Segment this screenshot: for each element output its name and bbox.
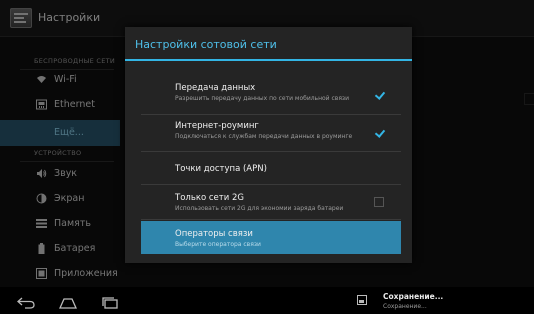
data-enabled-row[interactable]: Передача данных Разрешить передачу данны… [141,76,401,115]
roaming-row[interactable]: Интернет-роуминг Подключаться к службам … [141,116,401,152]
row-summary: Подключаться к службам передачи данных в… [175,133,353,140]
row-title: Интернет-роуминг [175,121,259,131]
system-navigation-bar: Сохранение... Сохранение... [0,287,534,314]
row-title: Передача данных [175,83,256,93]
row-title: Операторы связи [175,229,253,239]
home-icon[interactable] [58,294,78,309]
apn-row[interactable]: Точки доступа (APN) [141,153,401,185]
roaming-checkbox[interactable] [374,128,384,138]
notification-title[interactable]: Сохранение... [383,292,443,301]
recent-apps-icon[interactable] [100,294,120,309]
only-2g-checkbox[interactable] [374,197,384,207]
network-operators-row[interactable]: Операторы связи Выберите оператора связи [141,221,401,254]
settings-screen: Настройки БЕСПРОВОДНЫЕ СЕТИ Wi-Fi Ethern… [0,0,534,314]
mobile-network-settings-dialog: Настройки сотовой сети Передача данных Р… [125,27,412,263]
row-summary: Выберите оператора связи [175,241,261,248]
dialog-title: Настройки сотовой сети [135,38,277,51]
notification-image-icon[interactable] [357,295,367,305]
only-2g-row[interactable]: Только сети 2G Использовать сети 2G для … [141,186,401,220]
data-enabled-checkbox[interactable] [374,90,384,100]
notification-subtitle: Сохранение... [383,303,427,310]
back-icon[interactable] [16,294,36,309]
row-title: Точки доступа (APN) [175,164,267,174]
row-summary: Разрешить передачу данных по сети мобиль… [175,95,350,102]
row-title: Только сети 2G [175,193,244,203]
dialog-title-divider [125,59,412,61]
row-summary: Использовать сети 2G для экономии заряда… [175,205,344,212]
